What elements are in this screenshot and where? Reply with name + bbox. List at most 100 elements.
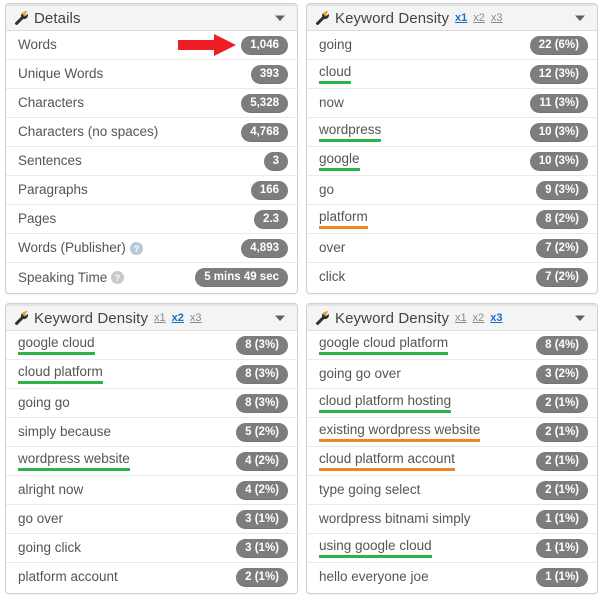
keyword-density-x3-panel: Keyword Density x1 x2 x3 google cloud pl… bbox=[306, 303, 598, 594]
row-label: Words (Publisher) bbox=[18, 240, 126, 255]
details-panel: Details Words 1,046 Unique Words 393 Cha… bbox=[5, 3, 298, 294]
status-badge: 2 (1%) bbox=[536, 422, 588, 442]
table-row: Speaking Time ? 5 mins 49 sec bbox=[6, 263, 297, 292]
keyword-label: go over bbox=[18, 510, 64, 526]
keyword-label: alright now bbox=[18, 481, 84, 497]
status-badge: 10 (3%) bbox=[529, 151, 588, 171]
link-x1[interactable]: x1 bbox=[455, 12, 467, 24]
status-badge: 5 (2%) bbox=[236, 422, 288, 442]
wrench-icon bbox=[316, 10, 329, 25]
table-row: going go over 3 (2%) bbox=[307, 360, 597, 389]
table-row: wordpress 10 (3%) bbox=[307, 118, 597, 147]
chevron-down-icon[interactable] bbox=[272, 10, 288, 26]
table-row: wordpress bitnami simply 1 (1%) bbox=[307, 505, 597, 534]
link-x2[interactable]: x2 bbox=[473, 312, 485, 324]
status-badge: 4 (2%) bbox=[236, 451, 288, 471]
keyword-label: wordpress bitnami simply bbox=[319, 510, 471, 526]
details-row-list: Words 1,046 Unique Words 393 Characters … bbox=[6, 31, 297, 292]
status-badge: 393 bbox=[250, 64, 288, 84]
table-row: wordpress website 4 (2%) bbox=[6, 447, 297, 476]
status-badge: 7 (2%) bbox=[536, 238, 588, 258]
table-row: Characters 5,328 bbox=[6, 89, 297, 118]
svg-text:?: ? bbox=[133, 243, 139, 253]
link-x3[interactable]: x3 bbox=[491, 12, 503, 24]
keyword-density-x2-row-list: google cloud 8 (3%) cloud platform 8 (3%… bbox=[6, 331, 297, 592]
table-row: cloud platform hosting 2 (1%) bbox=[307, 389, 597, 418]
keyword-label: going click bbox=[18, 539, 82, 555]
multiplier-links: x1 x2 x3 bbox=[154, 312, 202, 324]
keyword-label: going go bbox=[18, 394, 70, 410]
row-label: Speaking Time bbox=[18, 269, 108, 285]
status-badge: 1 (1%) bbox=[536, 568, 588, 587]
status-badge: 12 (3%) bbox=[529, 64, 588, 84]
wrench-icon bbox=[15, 10, 28, 25]
table-row: google cloud platform 8 (4%) bbox=[307, 331, 597, 360]
link-x2[interactable]: x2 bbox=[473, 12, 485, 24]
wrench-icon bbox=[316, 310, 329, 325]
status-badge: 4 (2%) bbox=[236, 480, 288, 500]
link-x3[interactable]: x3 bbox=[490, 312, 502, 324]
chevron-down-icon[interactable] bbox=[272, 310, 288, 326]
table-row: click 7 (2%) bbox=[307, 263, 597, 292]
table-row: now 11 (3%) bbox=[307, 89, 597, 118]
keyword-density-x1-row-list: going 22 (6%) cloud 12 (3%) now 11 (3%) … bbox=[307, 31, 597, 292]
status-badge: 9 (3%) bbox=[536, 180, 588, 200]
row-label: Words bbox=[18, 37, 57, 52]
row-label: Characters bbox=[18, 95, 85, 110]
status-badge: 1 (1%) bbox=[536, 538, 588, 558]
table-row: hello everyone joe 1 (1%) bbox=[307, 563, 597, 592]
status-badge: 4,893 bbox=[241, 238, 288, 258]
table-row: going go 8 (3%) bbox=[6, 389, 297, 418]
keyword-label: over bbox=[319, 239, 346, 255]
keyword-label: simply because bbox=[18, 423, 112, 439]
table-row: alright now 4 (2%) bbox=[6, 476, 297, 505]
status-badge: 1 (1%) bbox=[536, 509, 588, 529]
table-row: type going select 2 (1%) bbox=[307, 476, 597, 505]
table-row: going click 3 (1%) bbox=[6, 534, 297, 563]
link-x2[interactable]: x2 bbox=[172, 312, 184, 324]
keyword-label: google cloud bbox=[18, 335, 95, 355]
status-badge: 8 (3%) bbox=[236, 335, 288, 355]
link-x1[interactable]: x1 bbox=[154, 312, 166, 324]
chevron-down-icon[interactable] bbox=[572, 310, 588, 326]
keyword-density-x2-header: Keyword Density x1 x2 x3 bbox=[6, 304, 297, 331]
table-row: Pages 2.3 bbox=[6, 205, 297, 234]
keyword-label: go bbox=[319, 181, 335, 197]
status-badge: 2 (1%) bbox=[536, 393, 588, 413]
stats-dashboard: Details Words 1,046 Unique Words 393 Cha… bbox=[0, 0, 603, 599]
chevron-down-icon[interactable] bbox=[572, 10, 588, 26]
keyword-label: google cloud platform bbox=[319, 335, 449, 355]
table-row: Sentences 3 bbox=[6, 147, 297, 176]
status-badge: 3 (1%) bbox=[236, 509, 288, 529]
row-label: Sentences bbox=[18, 153, 82, 168]
status-badge: 3 (1%) bbox=[236, 538, 288, 558]
status-badge: 2 (1%) bbox=[536, 451, 588, 471]
keyword-label: platform bbox=[319, 209, 368, 229]
status-badge: 2.3 bbox=[254, 209, 288, 229]
details-panel-header: Details bbox=[6, 4, 297, 31]
keyword-density-x1-title: Keyword Density bbox=[335, 9, 450, 27]
status-badge: 7 (2%) bbox=[536, 268, 588, 287]
keyword-label: cloud platform hosting bbox=[319, 393, 452, 413]
help-icon[interactable]: ? bbox=[111, 271, 125, 284]
help-icon[interactable]: ? bbox=[129, 241, 143, 255]
details-panel-title: Details bbox=[34, 9, 81, 27]
keyword-density-x3-title: Keyword Density bbox=[335, 309, 450, 327]
keyword-label: cloud platform account bbox=[319, 451, 455, 471]
keyword-label: cloud bbox=[319, 64, 352, 84]
table-row: Unique Words 393 bbox=[6, 60, 297, 89]
table-row: platform 8 (2%) bbox=[307, 205, 597, 234]
status-badge: 8 (3%) bbox=[236, 393, 288, 413]
table-row: over 7 (2%) bbox=[307, 234, 597, 263]
link-x3[interactable]: x3 bbox=[190, 312, 202, 324]
table-row: cloud 12 (3%) bbox=[307, 60, 597, 89]
row-label: Characters (no spaces) bbox=[18, 124, 159, 139]
table-row: Paragraphs 166 bbox=[6, 176, 297, 205]
keyword-density-x2-panel: Keyword Density x1 x2 x3 google cloud 8 … bbox=[5, 303, 298, 594]
table-row: cloud platform account 2 (1%) bbox=[307, 447, 597, 476]
table-row: go 9 (3%) bbox=[307, 176, 597, 205]
table-row: simply because 5 (2%) bbox=[6, 418, 297, 447]
keyword-label: going go over bbox=[319, 365, 401, 381]
link-x1[interactable]: x1 bbox=[455, 312, 467, 324]
table-row: going 22 (6%) bbox=[307, 31, 597, 60]
